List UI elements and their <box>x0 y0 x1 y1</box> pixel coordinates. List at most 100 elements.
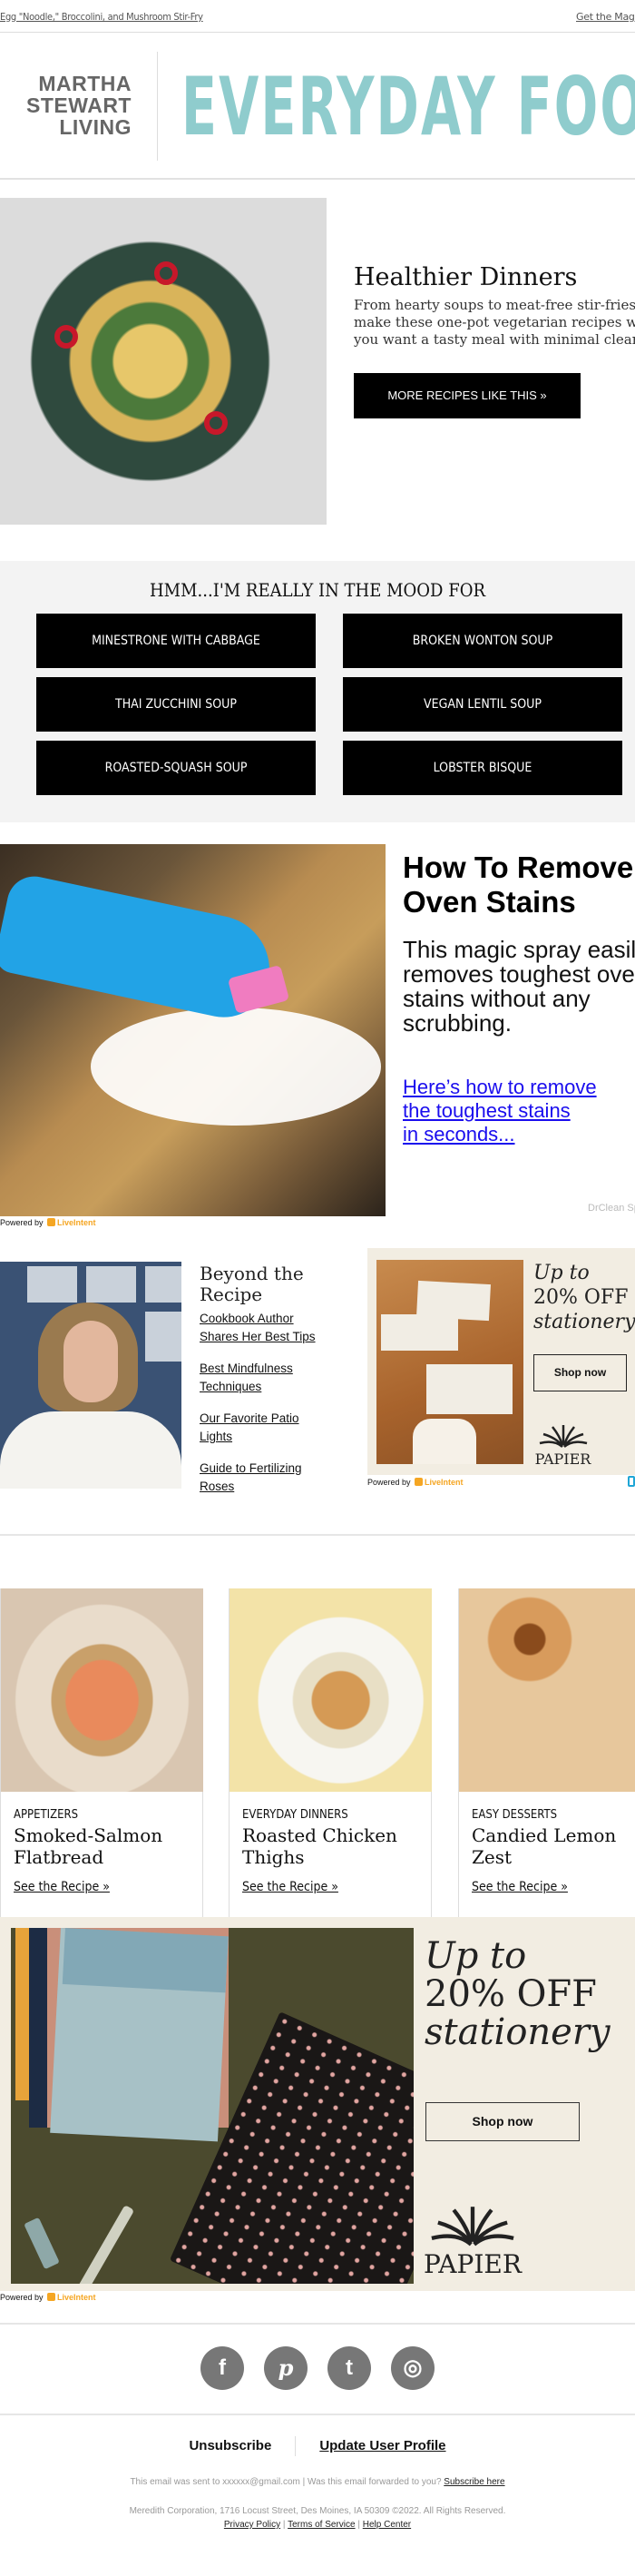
see-recipe-link[interactable]: See the Recipe » <box>14 1880 110 1894</box>
papier-ad-large[interactable]: Up to 20% OFF stationery Shop now PAPIER <box>0 1917 635 2291</box>
help-center-link[interactable]: Help Center <box>363 2520 411 2530</box>
papier-shop-now-button[interactable]: Shop now <box>425 2102 580 2141</box>
chili-decor <box>154 261 178 285</box>
beyond-link-mindfulness[interactable]: Best Mindfulness Techniques <box>200 1360 293 1396</box>
subscribe-here-link[interactable]: Subscribe here <box>444 2477 504 2487</box>
stationery-photo <box>376 1260 523 1464</box>
logo-line: MARTHA <box>38 72 132 95</box>
offer-line: Up to <box>533 1262 590 1284</box>
papier-brand: PAPIER <box>424 2249 522 2279</box>
martha-stewart-living-logo[interactable]: MARTHA STEWART LIVING <box>18 73 132 138</box>
footer-primary-links: Unsubscribe Update User Profile <box>0 2436 635 2456</box>
mood-button-thai-zucchini[interactable]: THAI ZUCCHINI SOUP <box>36 677 316 732</box>
window-decor <box>86 1266 136 1303</box>
recipe-card[interactable]: APPETIZERS Smoked-Salmon Flatbread See t… <box>0 1588 203 1918</box>
mood-section: HMM...I'M REALLY IN THE MOOD FOR MINESTR… <box>0 561 635 822</box>
liveintent-icon <box>415 1478 424 1486</box>
author-photo[interactable] <box>0 1262 181 1489</box>
recipe-name[interactable]: Candied Lemon Zest <box>472 1824 635 1868</box>
footer-divider <box>295 2436 297 2456</box>
hero-image[interactable] <box>0 198 327 525</box>
update-profile-link[interactable]: Update User Profile <box>319 2438 445 2453</box>
notebook-decor <box>62 1928 229 1993</box>
liveintent-brand: LiveIntent <box>57 1218 96 1227</box>
section-divider <box>0 2414 635 2415</box>
oven-ad-link[interactable]: Here’s how to remove the toughest stains… <box>403 1076 597 1146</box>
recipe-category: EVERYDAY DINNERS <box>242 1808 348 1822</box>
adchoices-icon[interactable] <box>628 1476 635 1487</box>
window-decor <box>27 1266 77 1303</box>
recipe-card[interactable]: EASY DESSERTS Candied Lemon Zest See the… <box>458 1588 635 1918</box>
powered-by-liveintent[interactable]: Powered by LiveIntent <box>0 1218 96 1227</box>
papier-fan-icon <box>431 2207 514 2247</box>
mood-button-minestrone[interactable]: MINESTRONE WITH CABBAGE <box>36 614 316 668</box>
powered-by-label: Powered by <box>0 2293 44 2302</box>
name-line: Zest <box>472 1846 513 1868</box>
more-recipes-button[interactable]: MORE RECIPES LIKE THIS » <box>354 373 581 418</box>
see-recipe-link[interactable]: See the Recipe » <box>472 1880 568 1894</box>
unsubscribe-link[interactable]: Unsubscribe <box>189 2438 271 2453</box>
liveintent-brand: LiveIntent <box>425 1478 464 1487</box>
mood-button-roasted-squash[interactable]: ROASTED-SQUASH SOUP <box>36 741 316 795</box>
link-line: Best Mindfulness <box>200 1362 293 1375</box>
hero-line: From hearty soups to meat-free stir-frie… <box>354 297 635 313</box>
link-line: Techniques <box>200 1380 262 1393</box>
link-line: Guide to Fertilizing <box>200 1461 302 1475</box>
recipe-category: APPETIZERS <box>14 1808 79 1822</box>
mood-button-lobster-bisque[interactable]: LOBSTER BISQUE <box>343 741 622 795</box>
powered-by-liveintent[interactable]: Powered by LiveIntent <box>0 2293 96 2302</box>
privacy-policy-link[interactable]: Privacy Policy <box>224 2520 280 2530</box>
oven-ad-body: This magic spray easily removes toughest… <box>403 938 635 1036</box>
oven-ad-image[interactable] <box>0 844 386 1216</box>
recipe-category: EASY DESSERTS <box>472 1808 558 1822</box>
recipe-card[interactable]: EVERYDAY DINNERS Roasted Chicken Thighs … <box>229 1588 432 1918</box>
name-line: Roasted Chicken <box>242 1824 397 1846</box>
face-decor <box>64 1321 118 1402</box>
beyond-link-fertilizing-roses[interactable]: Guide to Fertilizing Roses <box>200 1460 302 1496</box>
logo-line: STEWART <box>26 93 132 117</box>
body-line: removes toughest oven <box>403 960 635 988</box>
instagram-icon[interactable]: ◎ <box>391 2346 435 2390</box>
twitter-icon[interactable]: t <box>327 2346 371 2390</box>
papier-fan-icon <box>539 1425 587 1448</box>
masthead: MARTHA STEWART LIVING EVERYDAY FOOD <box>0 33 635 180</box>
chili-decor <box>204 411 228 435</box>
window-decor <box>145 1266 181 1303</box>
preheader-bar: Egg "Noodle," Broccolini, and Mushroom S… <box>0 0 635 33</box>
get-magazine-link[interactable]: Get the Magazine <box>576 11 635 23</box>
liveintent-brand: LiveIntent <box>57 2293 96 2302</box>
featured-recipe-link[interactable]: Egg "Noodle," Broccolini, and Mushroom S… <box>0 11 203 23</box>
body-line: This magic spray easily <box>403 936 635 963</box>
address-text: Meredith Corporation, 1716 Locust Street… <box>129 2506 506 2516</box>
beyond-link-cookbook-author[interactable]: Cookbook Author Shares Her Best Tips <box>200 1310 316 1346</box>
hero-title: Healthier Dinners <box>354 263 578 291</box>
recipe-image[interactable] <box>230 1588 432 1792</box>
powered-by-label: Powered by <box>367 1478 411 1487</box>
footer-sent-to: This email was sent to xxxxxx@gmail.com … <box>0 2477 635 2487</box>
offer-line: 20% OFF <box>533 1286 629 1309</box>
link-line: Roses <box>200 1480 235 1493</box>
oven-ad-title[interactable]: How To Remove Oven Stains <box>403 850 633 919</box>
terms-of-service-link[interactable]: Terms of Service <box>288 2520 355 2530</box>
papier-ad-small[interactable]: Up to 20% OFF stationery Shop now PAPIER <box>367 1248 635 1475</box>
logo-line: LIVING <box>59 115 132 139</box>
pinterest-icon[interactable]: p <box>264 2346 308 2390</box>
footer-address: Meredith Corporation, 1716 Locust Street… <box>0 2504 635 2532</box>
recipe-name[interactable]: Smoked-Salmon Flatbread <box>14 1824 195 1868</box>
facebook-icon[interactable]: f <box>200 2346 244 2390</box>
recipe-image[interactable] <box>1 1588 203 1792</box>
link-line: the toughest stains <box>403 1099 571 1122</box>
recipe-name[interactable]: Roasted Chicken Thighs <box>242 1824 424 1868</box>
section-divider <box>0 2323 635 2325</box>
beyond-link-patio-lights[interactable]: Our Favorite Patio Lights <box>200 1410 299 1446</box>
powered-by-liveintent[interactable]: Powered by LiveIntent <box>367 1478 464 1487</box>
everyday-food-title[interactable]: EVERYDAY FOOD <box>181 62 635 152</box>
mood-heading: HMM...I'M REALLY IN THE MOOD FOR <box>149 579 486 601</box>
mood-button-vegan-lentil[interactable]: VEGAN LENTIL SOUP <box>343 677 622 732</box>
papier-offer: Up to 20% OFF stationery <box>533 1261 635 1334</box>
mood-button-wonton[interactable]: BROKEN WONTON SOUP <box>343 614 622 668</box>
title-line: Oven Stains <box>403 885 576 919</box>
papier-shop-now-button[interactable]: Shop now <box>533 1354 627 1391</box>
see-recipe-link[interactable]: See the Recipe » <box>242 1880 338 1894</box>
recipe-image[interactable] <box>459 1588 635 1792</box>
